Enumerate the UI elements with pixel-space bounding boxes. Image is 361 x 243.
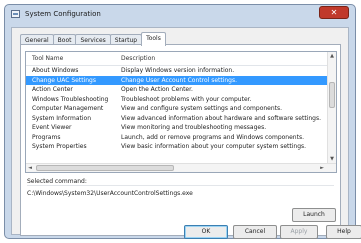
table-row[interactable]: Computer Management View and configure s…: [26, 104, 328, 114]
title-bar[interactable]: System Configuration ✕: [5, 5, 355, 23]
column-header-description[interactable]: Description: [121, 55, 155, 62]
selected-command-value: C:\Windows\System32\UserAccountControlSe…: [27, 190, 193, 197]
scroll-up-icon[interactable]: ▲: [328, 52, 336, 60]
tools-list[interactable]: Tool Name Description About Windows Disp…: [25, 51, 337, 173]
dialog-client-area: General Boot Services Startup Tools Tool…: [11, 27, 361, 239]
cancel-button[interactable]: Cancel: [233, 225, 277, 239]
column-header-tool-name[interactable]: Tool Name: [32, 55, 63, 62]
vertical-scrollbar[interactable]: ▲ ▼: [327, 52, 336, 163]
apply-button[interactable]: Apply: [280, 225, 318, 239]
launch-button[interactable]: Launch: [292, 208, 336, 222]
table-row[interactable]: About Windows Display Windows version in…: [26, 66, 328, 76]
tool-description: View monitoring and troubleshooting mess…: [121, 124, 267, 131]
horizontal-scrollbar[interactable]: ◄ ►: [26, 163, 336, 172]
tool-name: Change UAC Settings: [32, 76, 96, 84]
tools-tab-panel: Tool Name Description About Windows Disp…: [20, 44, 341, 236]
tab-tools[interactable]: Tools: [141, 32, 166, 46]
tool-name: Windows Troubleshooting: [32, 95, 109, 103]
table-row-selected[interactable]: Change UAC Settings Change User Account …: [26, 75, 328, 85]
tool-name: System Information: [32, 114, 92, 122]
selected-command-label: Selected command:: [27, 178, 87, 185]
tool-name: Action Center: [32, 86, 73, 93]
tool-name: System Properties: [32, 143, 87, 150]
tool-description: View and configure system settings and c…: [121, 105, 283, 112]
system-configuration-icon: [11, 10, 20, 18]
tool-description: Launch, add or remove programs and Windo…: [121, 133, 304, 141]
table-row[interactable]: Event Viewer View monitoring and trouble…: [26, 123, 328, 133]
tool-description: Display Windows version information.: [121, 67, 235, 74]
tool-rows: About Windows Display Windows version in…: [26, 66, 328, 152]
scroll-down-icon[interactable]: ▼: [328, 155, 336, 163]
ok-button[interactable]: OK: [184, 225, 228, 239]
table-row[interactable]: System Information View advanced informa…: [26, 114, 328, 124]
tool-name: About Windows: [32, 67, 79, 74]
tool-description: View basic information about your comput…: [121, 143, 307, 150]
tool-name: Programs: [32, 133, 61, 141]
divider: [27, 185, 334, 186]
tool-name: Event Viewer: [32, 124, 72, 131]
table-row[interactable]: System Properties View basic information…: [26, 142, 328, 152]
tool-description: Troubleshoot problems with your computer…: [121, 95, 252, 103]
tool-description: Open the Action Center.: [121, 86, 193, 93]
window-title: System Configuration: [25, 10, 101, 18]
tool-description: View advanced information about hardware…: [121, 114, 321, 122]
tool-description: Change User Account Control settings.: [121, 76, 238, 84]
table-row[interactable]: Action Center Open the Action Center.: [26, 85, 328, 95]
vertical-scroll-thumb[interactable]: [329, 82, 335, 108]
table-row[interactable]: Programs Launch, add or remove programs …: [26, 133, 328, 143]
list-header: Tool Name Description: [26, 52, 328, 66]
close-button[interactable]: ✕: [319, 6, 349, 19]
scroll-right-icon[interactable]: ►: [318, 164, 326, 172]
help-button[interactable]: Help: [326, 225, 361, 239]
scroll-left-icon[interactable]: ◄: [26, 164, 34, 172]
system-configuration-window: System Configuration ✕ General Boot Serv…: [4, 4, 361, 239]
horizontal-scroll-thumb[interactable]: [36, 165, 174, 171]
table-row[interactable]: Windows Troubleshooting Troubleshoot pro…: [26, 95, 328, 105]
tool-name: Computer Management: [32, 105, 104, 112]
